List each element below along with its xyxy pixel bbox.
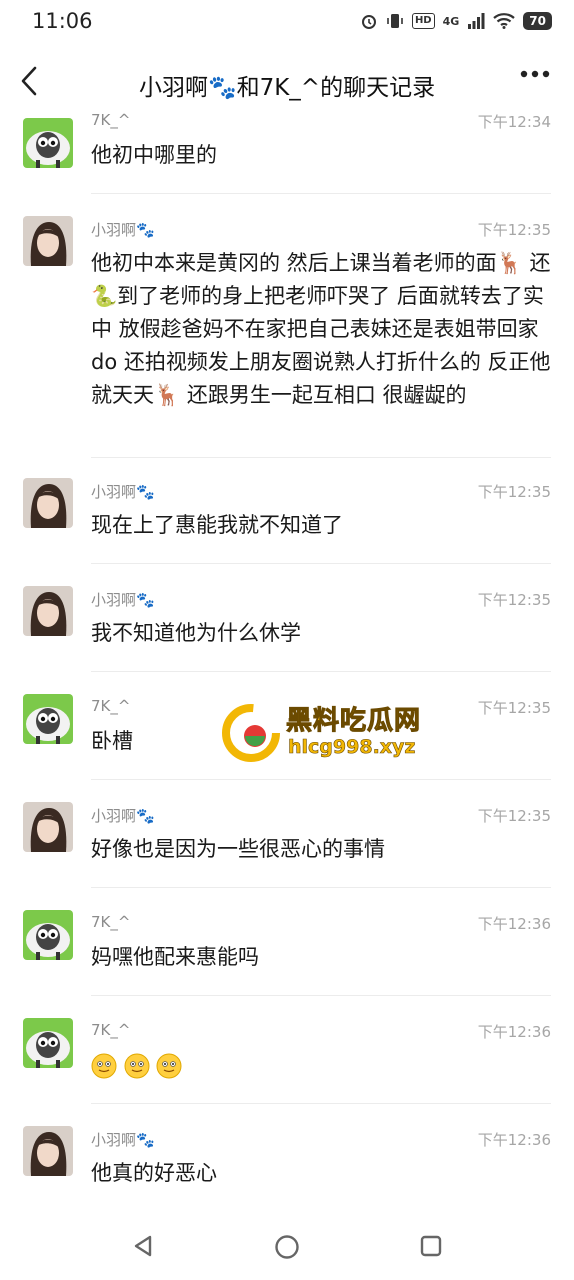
alarm-icon (361, 15, 376, 29)
message-text: 他初中哪里的 (91, 143, 217, 167)
avatar[interactable] (23, 1126, 73, 1176)
avatar[interactable] (23, 910, 73, 960)
watermark-logo-icon (222, 704, 280, 762)
sender-name: 小羽啊🐾 (91, 807, 155, 825)
sender-name: 7K_^ (91, 913, 131, 931)
message-list[interactable]: 7K_^ 下午12:34 他初中哪里的 小羽啊🐾 下午12:35 他初中本来是黄… (0, 108, 574, 1208)
divider (91, 671, 551, 672)
sender-name: 7K_^ (91, 1021, 131, 1039)
sender-name: 小羽啊🐾 (91, 221, 155, 239)
message-time: 下午12:35 (477, 483, 551, 501)
sender-name: 小羽啊🐾 (91, 1131, 155, 1149)
sender-name: 小羽啊🐾 (91, 591, 155, 609)
hd-icon: HD (411, 13, 435, 29)
smiley-emoji-icon (156, 1053, 182, 1079)
sender-name: 7K_^ (91, 111, 131, 129)
avatar[interactable] (23, 118, 73, 168)
status-time: 11:06 (32, 9, 93, 33)
avatar[interactable] (23, 216, 73, 266)
status-icons: HD 4G 70 (360, 12, 552, 30)
sheep-avatar-icon (23, 118, 73, 168)
divider (91, 779, 551, 780)
nav-back-icon[interactable] (132, 1234, 154, 1258)
status-bar: 11:06 HD 4G 70 (0, 0, 574, 44)
message-time: 下午12:35 (477, 591, 551, 609)
battery-icon: 70 (523, 12, 552, 30)
smiley-emoji-icon (124, 1053, 150, 1079)
avatar[interactable] (23, 802, 73, 852)
message-text: 好像也是因为一些很恶心的事情 (91, 837, 385, 861)
divider (91, 995, 551, 996)
sheep-avatar-icon (23, 694, 73, 744)
divider (91, 563, 551, 564)
message-time: 下午12:36 (477, 915, 551, 933)
watermark: 黑料吃瓜网 hlcg998.xyz (222, 700, 442, 766)
message-time: 下午12:35 (477, 221, 551, 239)
message-text: 他真的好恶心 (91, 1161, 217, 1185)
message-text: 妈嘿他配来惠能吗 (91, 945, 259, 969)
system-nav-bar (0, 1208, 574, 1280)
avatar[interactable] (23, 586, 73, 636)
watermark-title: 黑料吃瓜网 (285, 706, 422, 737)
signal-icon (468, 13, 485, 29)
message-time: 下午12:35 (477, 807, 551, 825)
watermark-url: hlcg998.xyz (288, 736, 416, 759)
message-text: 现在上了惠能我就不知道了 (91, 513, 343, 537)
girl-avatar-icon (23, 802, 73, 852)
sheep-avatar-icon (23, 910, 73, 960)
page-title: 小羽啊🐾和7K_^的聊天记录 (138, 75, 436, 101)
sheep-avatar-icon (23, 1018, 73, 1068)
divider (91, 1103, 551, 1104)
network-type: 4G (442, 14, 460, 28)
more-dots-icon[interactable] (520, 70, 550, 78)
wifi-icon (493, 13, 516, 29)
girl-avatar-icon (23, 1126, 73, 1176)
avatar[interactable] (23, 478, 73, 528)
girl-avatar-icon (23, 586, 73, 636)
divider (91, 457, 551, 458)
message-emojis (91, 1052, 551, 1085)
message-text: 他初中本来是黄冈的 然后上课当着老师的面🦌 还🐍到了老师的身上把老师吓哭了 后面… (91, 251, 551, 407)
message-time: 下午12:36 (477, 1023, 551, 1041)
nav-recents-icon[interactable] (419, 1234, 443, 1258)
nav-home-icon[interactable] (274, 1234, 300, 1260)
avatar[interactable] (23, 1018, 73, 1068)
divider (91, 193, 551, 194)
girl-avatar-icon (23, 478, 73, 528)
message-text: 我不知道他为什么休学 (91, 621, 301, 645)
smiley-emoji-icon (91, 1053, 117, 1079)
divider (91, 887, 551, 888)
sender-name: 小羽啊🐾 (91, 483, 155, 501)
avatar[interactable] (23, 694, 73, 744)
chat-history-header: 小羽啊🐾和7K_^的聊天记录 (0, 52, 574, 110)
message-time: 下午12:34 (477, 113, 551, 131)
message-time: 下午12:36 (477, 1131, 551, 1149)
girl-avatar-icon (23, 216, 73, 266)
vibrate-icon (387, 14, 403, 28)
sender-name: 7K_^ (91, 697, 131, 715)
message-time: 下午12:35 (477, 699, 551, 717)
